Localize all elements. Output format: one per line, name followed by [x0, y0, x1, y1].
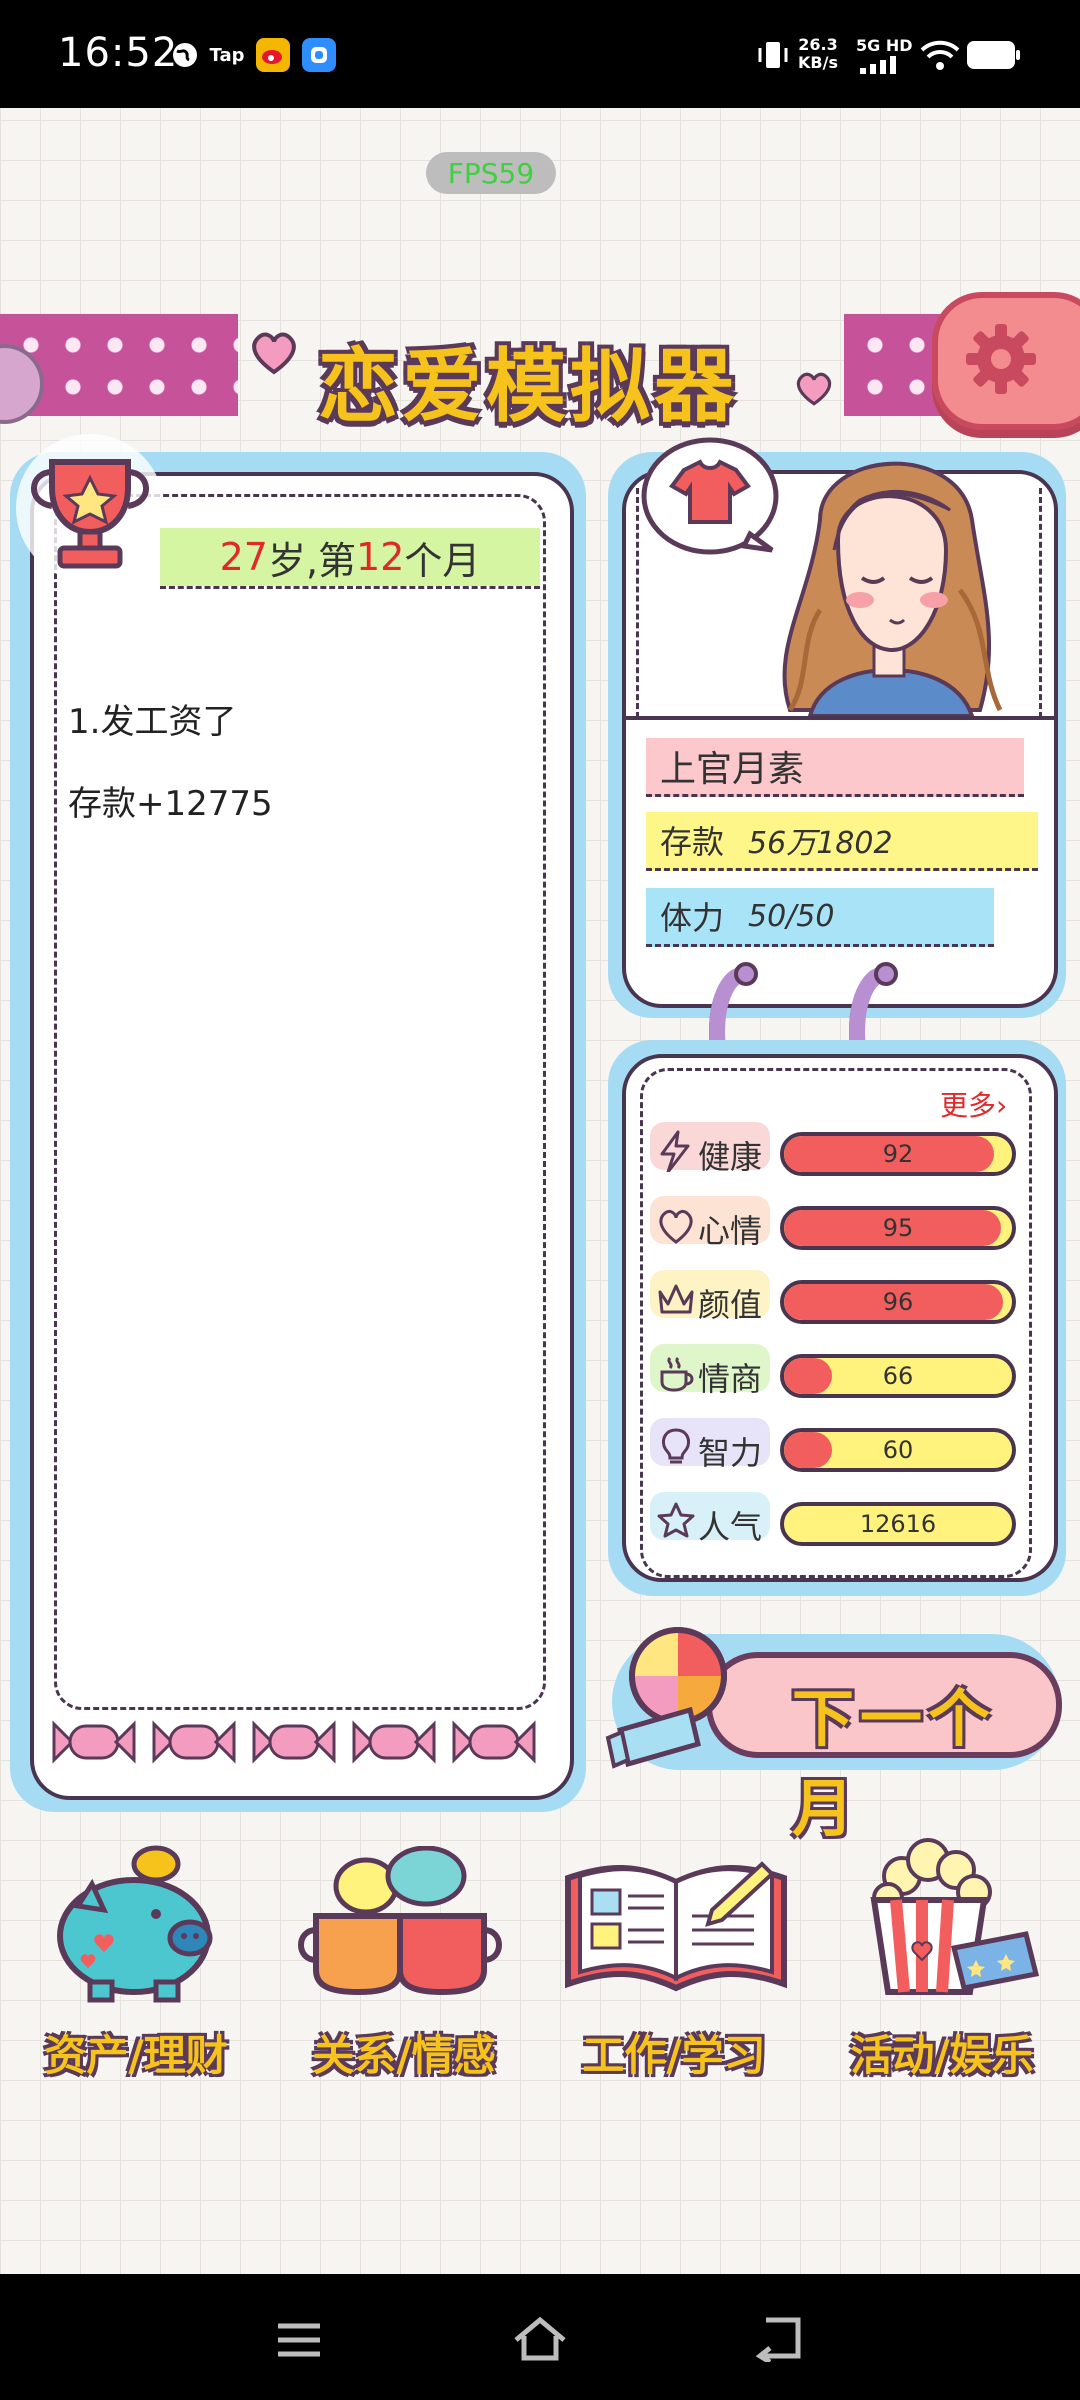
stat-bar: 95	[780, 1206, 1016, 1250]
stat-label: 人气	[698, 1508, 763, 1546]
star-icon	[656, 1500, 696, 1546]
tap-icon: Tap	[209, 44, 245, 66]
candy-decoration	[52, 1716, 542, 1772]
back-icon[interactable]	[754, 2316, 804, 2366]
heart-icon	[792, 366, 836, 414]
stat-value: 92	[882, 1140, 914, 1168]
stat-row: 颜值 96	[650, 1270, 1016, 1328]
stat-label: 颜值	[698, 1286, 763, 1324]
next-month-button[interactable]: 下一个月	[706, 1652, 1062, 1845]
stat-row: 情商 66	[650, 1344, 1016, 1402]
wifi-icon	[920, 38, 960, 76]
teacup-icon	[656, 1352, 696, 1398]
event-log-dashed-border	[54, 494, 546, 1710]
stat-label: 智力	[698, 1434, 763, 1472]
stat-bar: 66	[780, 1354, 1016, 1398]
settings-button[interactable]	[932, 292, 1080, 430]
stat-bar: 92	[780, 1132, 1016, 1176]
heart-icon	[246, 324, 302, 384]
speed-unit: KB/s	[798, 53, 838, 72]
age-month-label: 27 岁,第 12 个月	[160, 528, 540, 586]
savings-value: 56万1802	[748, 826, 893, 861]
lightbulb-icon	[656, 1426, 696, 1472]
stat-row: 人气 12616	[650, 1492, 1016, 1550]
network-type: 5G HD	[856, 36, 913, 55]
fps-counter: FPS59	[426, 152, 556, 194]
home-icon[interactable]	[512, 2314, 568, 2366]
stat-value: 95	[882, 1214, 914, 1242]
more-stats-link[interactable]: 更多›	[940, 1084, 1007, 1124]
signal-icon	[860, 56, 906, 78]
character-name: 上官月素	[646, 738, 1024, 797]
weibo-icon	[256, 38, 290, 72]
savings-label: 存款	[660, 823, 725, 861]
game-title: 恋爱模拟器	[318, 340, 738, 433]
stat-value: 66	[882, 1362, 914, 1390]
label-underline	[160, 586, 540, 589]
stat-label: 心情	[698, 1212, 763, 1250]
speed-value: 26.3	[798, 35, 838, 54]
network-speed: 26.3 KB/s	[798, 36, 838, 72]
stat-bar: 12616	[780, 1502, 1016, 1546]
nav-work-study[interactable]: 工作/学习	[554, 2022, 794, 2083]
age-value: 27	[219, 535, 268, 579]
system-nav-bar	[0, 2274, 1080, 2400]
book-pencil-icon[interactable]	[562, 1856, 802, 2000]
stat-row: 心情 95	[650, 1196, 1016, 1254]
stat-row: 健康 92	[650, 1122, 1016, 1180]
gear-icon	[964, 322, 1038, 400]
popcorn-icon[interactable]	[862, 1836, 1042, 2010]
vibrate-icon	[756, 40, 790, 74]
clock: 16:52	[58, 30, 179, 76]
stat-label: 情商	[698, 1360, 763, 1398]
stamina-label: 体力	[660, 899, 725, 937]
nav-activities-fun[interactable]: 活动/娱乐	[822, 2022, 1062, 2083]
log-line: 存款+12775	[68, 784, 273, 824]
age-suffix: 岁,第	[267, 538, 357, 583]
stamina-value: 50/50	[748, 898, 835, 934]
lightning-icon	[656, 1130, 696, 1176]
month-value: 12	[356, 535, 405, 579]
menu-icon[interactable]	[274, 2320, 324, 2364]
stat-value: 12616	[859, 1510, 937, 1538]
nav-relations-emotions[interactable]: 关系/情感	[284, 2022, 524, 2083]
log-line: 1.发工资了	[68, 702, 237, 742]
trophy-icon	[12, 432, 172, 596]
piggy-bank-icon[interactable]	[52, 1844, 222, 2008]
stat-row: 智力 60	[650, 1418, 1016, 1476]
next-month-label: 下一个月	[792, 1682, 997, 1845]
globe-icon	[168, 38, 202, 72]
battery-icon	[966, 40, 1022, 74]
cloud-icon	[302, 38, 336, 72]
stat-bar: 60	[780, 1428, 1016, 1472]
savings-row: 存款 56万1802	[646, 812, 1038, 871]
lollipop-icon	[600, 1620, 740, 1784]
stat-bar: 96	[780, 1280, 1016, 1324]
month-suffix: 个月	[404, 538, 481, 583]
nav-assets-finance[interactable]: 资产/理财	[16, 2022, 256, 2083]
stat-label: 健康	[698, 1138, 763, 1176]
stat-value: 60	[882, 1436, 914, 1464]
stamina-row: 体力 50/50	[646, 888, 994, 947]
crown-icon	[656, 1278, 696, 1324]
heart-icon	[656, 1204, 696, 1250]
status-bar: 16:52 Tap 26.3 KB/s 5G HD	[0, 0, 1080, 108]
mugs-icon[interactable]	[296, 1845, 506, 2000]
character-name-text: 上官月素	[660, 749, 805, 790]
stat-value: 96	[882, 1288, 914, 1316]
character-portrait	[750, 440, 1032, 720]
